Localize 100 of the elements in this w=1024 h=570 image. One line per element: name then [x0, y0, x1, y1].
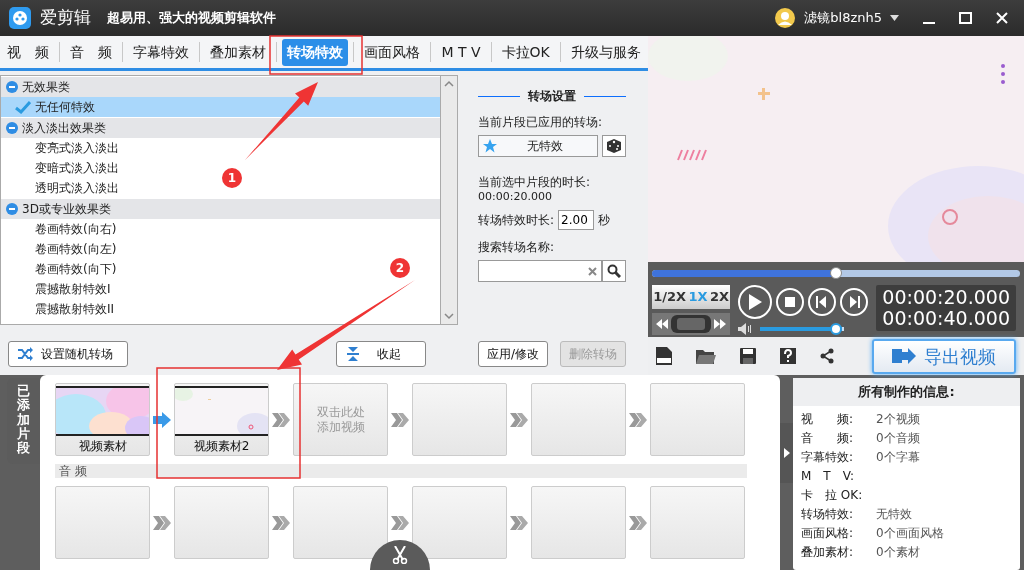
panel-heading: 转场设置 — [528, 88, 576, 105]
audio-clip-slot[interactable] — [412, 486, 507, 559]
item-label: 卷画特效(向左) — [35, 241, 117, 258]
previous-frame-button[interactable] — [808, 288, 837, 316]
double-chevron-icon — [390, 514, 410, 531]
info-label: 卡 拉 OK: — [801, 486, 864, 504]
category-label: 无效果类 — [22, 79, 70, 96]
play-button[interactable] — [738, 285, 773, 319]
info-value: 0个音频 — [876, 429, 920, 447]
tab[interactable]: 叠加素材 — [205, 38, 272, 66]
speed-selector[interactable]: 1/2X 1X 2X — [652, 285, 731, 309]
maximize-icon[interactable] — [959, 12, 972, 24]
app-subtitle: 超易用、强大的视频剪辑软件 — [107, 9, 276, 28]
collapse-icon[interactable] — [6, 203, 18, 215]
tab[interactable]: M T V — [436, 38, 486, 66]
play-icon — [748, 294, 763, 310]
audio-clip-slot[interactable] — [293, 486, 388, 559]
tree-category[interactable]: 3D或专业效果类 — [1, 199, 440, 219]
collapse-button[interactable]: 收起 — [336, 341, 426, 367]
shuffle-icon — [17, 347, 33, 361]
prompt-text: 添加视频 — [316, 419, 365, 434]
total-time: 00:00:40.000 — [882, 307, 1010, 329]
tab[interactable]: 画面风格 — [359, 38, 426, 66]
help-icon[interactable] — [780, 348, 796, 364]
export-button[interactable]: 导出视频 — [872, 338, 1016, 374]
star-icon — [483, 139, 497, 153]
prompt-text: 双击此处 — [316, 405, 365, 420]
random-transition-button[interactable]: 设置随机转场 — [8, 341, 128, 367]
volume-thumb[interactable] — [829, 323, 842, 335]
audio-clip-slot[interactable] — [55, 486, 150, 559]
step-forward-icon — [848, 296, 861, 308]
video-clip[interactable]: 视频素材 — [55, 383, 150, 456]
audio-clip-slot[interactable] — [174, 486, 269, 559]
speed-option[interactable]: 2X — [710, 287, 730, 307]
tree-category[interactable]: 淡入淡出效果类 — [1, 118, 440, 138]
tree-item[interactable]: 卷画特效(向右) — [1, 219, 121, 239]
tree-item[interactable]: 透明式淡入淡出 — [1, 178, 123, 198]
apply-button[interactable]: 应用/修改 — [478, 341, 549, 367]
tab[interactable]: 升级与服务 — [565, 38, 646, 66]
dice-icon — [606, 138, 622, 154]
close-icon[interactable] — [996, 12, 1008, 24]
item-label: 变亮式淡入淡出 — [35, 140, 119, 157]
double-chevron-icon — [628, 514, 648, 531]
collapse-icon[interactable] — [6, 122, 18, 134]
tree-category[interactable]: 无效果类 — [1, 77, 440, 97]
audio-clip-slot[interactable] — [650, 486, 745, 559]
stop-icon — [784, 296, 797, 308]
save-icon[interactable] — [740, 348, 756, 364]
export-icon — [892, 347, 916, 365]
rewind-icon[interactable] — [656, 319, 668, 329]
field-label: 转场特效时长: — [478, 212, 555, 229]
item-label: 变暗式淡入淡出 — [35, 160, 119, 177]
info-label: M T V: — [801, 467, 855, 485]
dropdown-caret-icon[interactable] — [890, 15, 899, 21]
user-name[interactable]: 滤镜bl8znh5 — [804, 8, 882, 28]
duration-input[interactable]: 2.00 — [558, 210, 595, 230]
folder-icon[interactable] — [696, 348, 716, 364]
panel-toggle[interactable] — [780, 423, 793, 483]
item-label: 震撼散射特效I — [35, 281, 111, 298]
fast-forward-icon[interactable] — [714, 319, 727, 329]
share-icon[interactable] — [820, 348, 834, 364]
info-label: 画面风格: — [801, 524, 855, 542]
info-label: 音 频: — [801, 429, 855, 447]
video-clip[interactable]: 视频素材2 — [174, 383, 269, 456]
scissors-icon — [391, 546, 409, 564]
tab[interactable]: 音 频 — [65, 38, 118, 66]
info-label: 视 频: — [801, 410, 855, 428]
step-back-icon — [816, 296, 829, 308]
tab[interactable]: 字幕特效 — [128, 38, 195, 66]
stop-button[interactable] — [776, 288, 805, 316]
collapse-icon[interactable] — [6, 81, 18, 93]
tree-item[interactable]: 变暗式淡入淡出 — [1, 158, 123, 178]
double-chevron-icon — [509, 514, 529, 531]
info-label: 叠加素材: — [801, 543, 855, 561]
volume-icon[interactable] — [738, 323, 753, 335]
progress-thumb[interactable] — [830, 267, 842, 279]
tab[interactable]: 卡拉OK — [496, 38, 555, 66]
app-logo-icon — [8, 6, 32, 30]
next-frame-button[interactable] — [840, 288, 869, 316]
tree-item[interactable]: 变亮式淡入淡出 — [1, 138, 123, 158]
field-label: 当前选中片段的时长: — [478, 174, 592, 191]
item-label: 卷画特效(向下) — [35, 261, 117, 278]
speed-option[interactable]: 1/2X — [653, 287, 687, 307]
jog-wheel-icon[interactable] — [671, 315, 712, 333]
tab[interactable]: 视 频 — [2, 38, 54, 66]
search-button[interactable] — [602, 260, 626, 282]
audio-track-label: 音 频 — [55, 464, 747, 478]
tree-item[interactable]: 卷画特效(向下) — [1, 259, 121, 279]
clear-icon[interactable] — [588, 266, 597, 276]
random-dice-button[interactable] — [602, 135, 626, 157]
new-file-icon[interactable] — [656, 347, 672, 365]
info-value: 无特效 — [876, 505, 912, 523]
search-field[interactable] — [478, 260, 602, 282]
tree-item[interactable]: 震撼散射特效I — [1, 279, 115, 299]
tree-item[interactable]: 无任何特效 — [1, 97, 440, 117]
item-label: 震撼散射特效II — [35, 301, 115, 318]
audio-clip-slot[interactable] — [531, 486, 626, 559]
tree-item[interactable]: 卷画特效(向左) — [1, 239, 121, 259]
tree-item[interactable]: 震撼散射特效II — [1, 299, 119, 319]
progress-track[interactable] — [652, 270, 1020, 277]
